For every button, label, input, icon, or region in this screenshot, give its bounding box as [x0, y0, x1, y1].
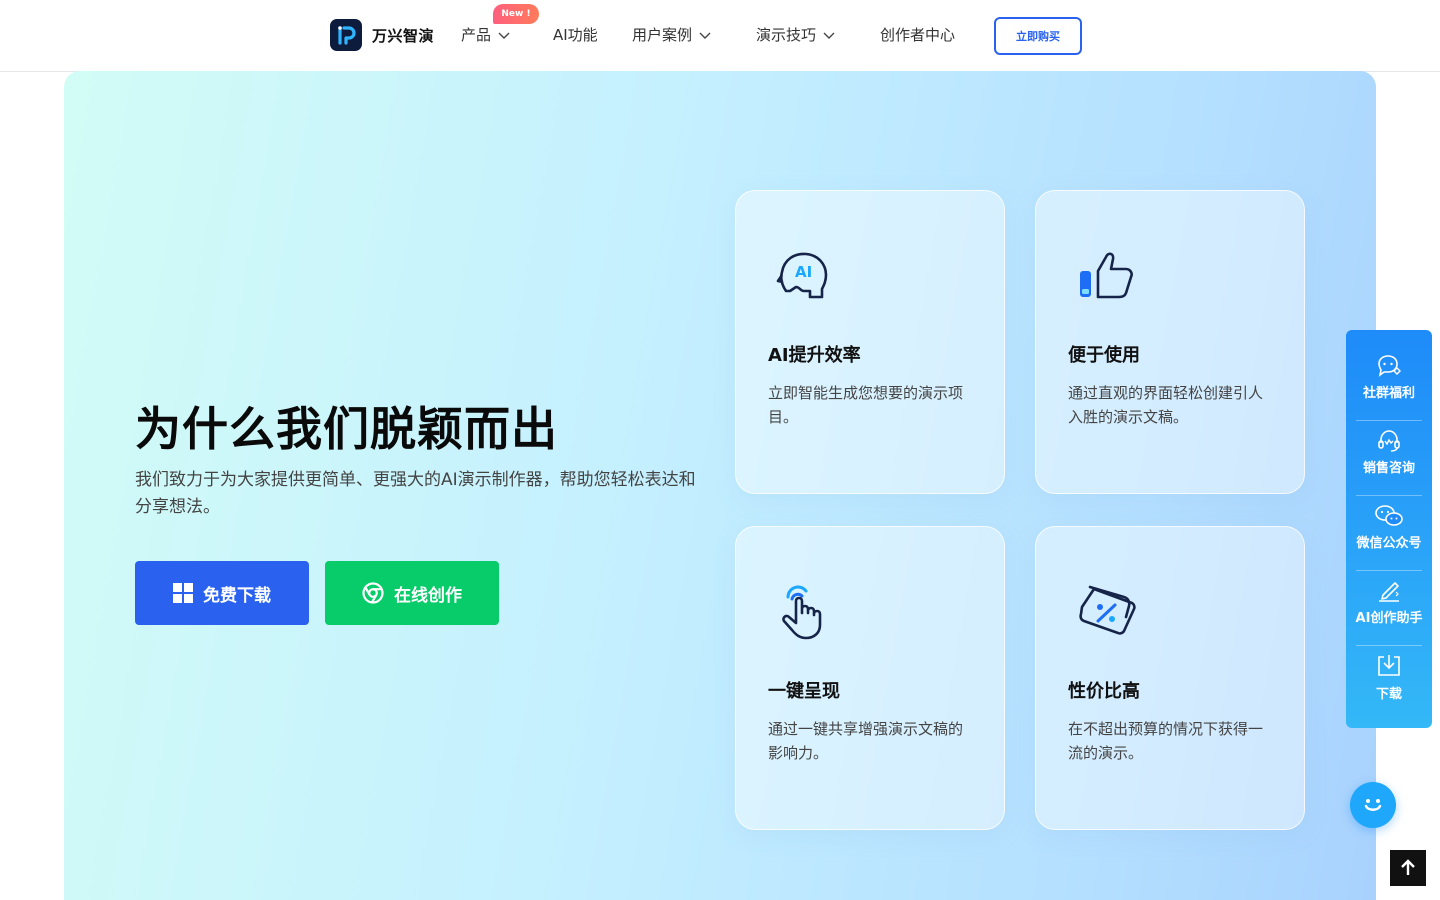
card-title: AI提升效率	[768, 345, 861, 366]
chevron-down-icon	[498, 32, 510, 39]
nav-item-tips[interactable]: 演示技巧	[756, 24, 836, 45]
online-create-button[interactable]: 在线创作	[325, 561, 499, 625]
side-item-download[interactable]: 下载	[1346, 640, 1432, 715]
side-item-label: 微信公众号	[1356, 536, 1422, 551]
nav-item-label: 演示技巧	[756, 26, 817, 44]
tap-hand-icon	[782, 585, 822, 640]
logo-text: 万兴智演	[372, 26, 435, 45]
online-create-label: 在线创作	[394, 585, 462, 606]
pen-icon	[1379, 582, 1399, 602]
nav-item-label: AI功能	[553, 26, 598, 44]
logo-mark-icon	[330, 19, 362, 51]
side-float-panel: 社群福利 销售咨询 微信公众号 AI创作助手 下载	[1346, 330, 1432, 728]
card-title: 性价比高	[1068, 681, 1140, 702]
free-download-label: 免费下载	[203, 585, 271, 606]
discount-tag-icon	[1079, 585, 1136, 635]
nav-item-label: 用户案例	[632, 26, 693, 44]
nav-item-label: 创作者中心	[880, 26, 956, 44]
buy-now-button[interactable]: 立即购买	[994, 17, 1082, 55]
feature-card-cost-effective: 性价比高 在不超出预算的情况下获得一流的演示。	[1035, 526, 1305, 830]
side-item-label: 下载	[1375, 687, 1402, 702]
feature-card-ai-efficiency: AI AI提升效率 立即智能生成您想要的演示项目。	[735, 190, 1005, 494]
card-desc: 通过一键共享增强演示文稿的影响力。	[768, 720, 964, 762]
side-item-sales[interactable]: 销售咨询	[1346, 415, 1432, 490]
download-icon	[1378, 655, 1400, 676]
card-desc: 通过直观的界面轻松创建引人入胜的演示文稿。	[1068, 384, 1264, 426]
nav-item-creator-center[interactable]: 创作者中心	[880, 24, 955, 45]
side-item-label: 社群福利	[1362, 386, 1415, 401]
nav-item-ai-features[interactable]: AI功能	[553, 24, 598, 45]
headset-icon	[1378, 430, 1400, 452]
nav-item-product[interactable]: 产品	[461, 24, 511, 45]
feature-card-easy-use: 便于使用 通过直观的界面轻松创建引人入胜的演示文稿。	[1035, 190, 1305, 494]
card-desc: 立即智能生成您想要的演示项目。	[768, 384, 964, 426]
card-title: 一键呈现	[768, 681, 840, 702]
chevron-down-icon	[823, 32, 835, 39]
side-item-wechat[interactable]: 微信公众号	[1346, 490, 1432, 565]
chevron-down-icon	[699, 32, 711, 39]
side-item-label: AI创作助手	[1355, 611, 1423, 626]
community-icon	[1378, 355, 1401, 377]
nav-item-label: 产品	[461, 26, 492, 44]
ai-head-icon: AI	[776, 252, 828, 299]
side-item-label: 销售咨询	[1362, 461, 1415, 476]
nav-item-cases[interactable]: 用户案例	[632, 24, 712, 45]
thumbs-up-icon	[1080, 252, 1133, 299]
chat-bubble-button[interactable]	[1350, 782, 1396, 828]
logo[interactable]: 万兴智演	[330, 19, 434, 51]
new-badge: New !	[493, 4, 539, 24]
side-item-community[interactable]: 社群福利	[1346, 340, 1432, 415]
svg-text:AI: AI	[795, 263, 812, 281]
card-title: 便于使用	[1068, 345, 1140, 366]
feature-card-one-click: 一键呈现 通过一键共享增强演示文稿的影响力。	[735, 526, 1005, 830]
side-item-ai-assistant[interactable]: AI创作助手	[1346, 565, 1432, 640]
wechat-icon	[1375, 505, 1403, 526]
arrow-up-icon	[1401, 859, 1415, 875]
hero-subtitle: 我们致力于为大家提供更简单、更强大的AI演示制作器，帮助您轻松表达和分享想法。	[135, 470, 696, 517]
hero-title: 为什么我们脱颖而出	[135, 402, 558, 456]
card-desc: 在不超出预算的情况下获得一流的演示。	[1068, 720, 1264, 762]
top-nav: 万兴智演 New ! 产品 AI功能 用户案例 演示技巧 创作者中心 立即购买	[0, 0, 1440, 72]
back-to-top-button[interactable]	[1390, 850, 1426, 886]
free-download-button[interactable]: 免费下载	[135, 561, 309, 625]
windows-icon	[173, 583, 193, 603]
hero-section: 为什么我们脱颖而出 我们致力于为大家提供更简单、更强大的AI演示制作器，帮助您轻…	[64, 71, 1376, 900]
smile-chat-icon	[1364, 799, 1383, 817]
chrome-icon	[362, 582, 384, 604]
